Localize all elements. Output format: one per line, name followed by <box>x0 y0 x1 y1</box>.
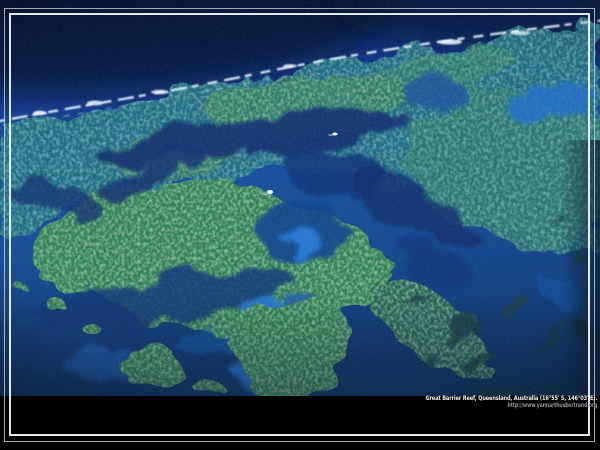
caption-title: Great Barrier Reef, Queensland, Australi… <box>425 394 597 402</box>
caption: Great Barrier Reef, Queensland, Australi… <box>425 394 597 409</box>
photo-grain-overlay <box>0 0 600 396</box>
caption-url: http://www.yannarthusbertrand.org <box>425 402 597 409</box>
reef-photo <box>0 0 600 396</box>
reef-photo-art <box>0 0 600 396</box>
wallpaper-canvas: Great Barrier Reef, Queensland, Australi… <box>0 0 600 450</box>
